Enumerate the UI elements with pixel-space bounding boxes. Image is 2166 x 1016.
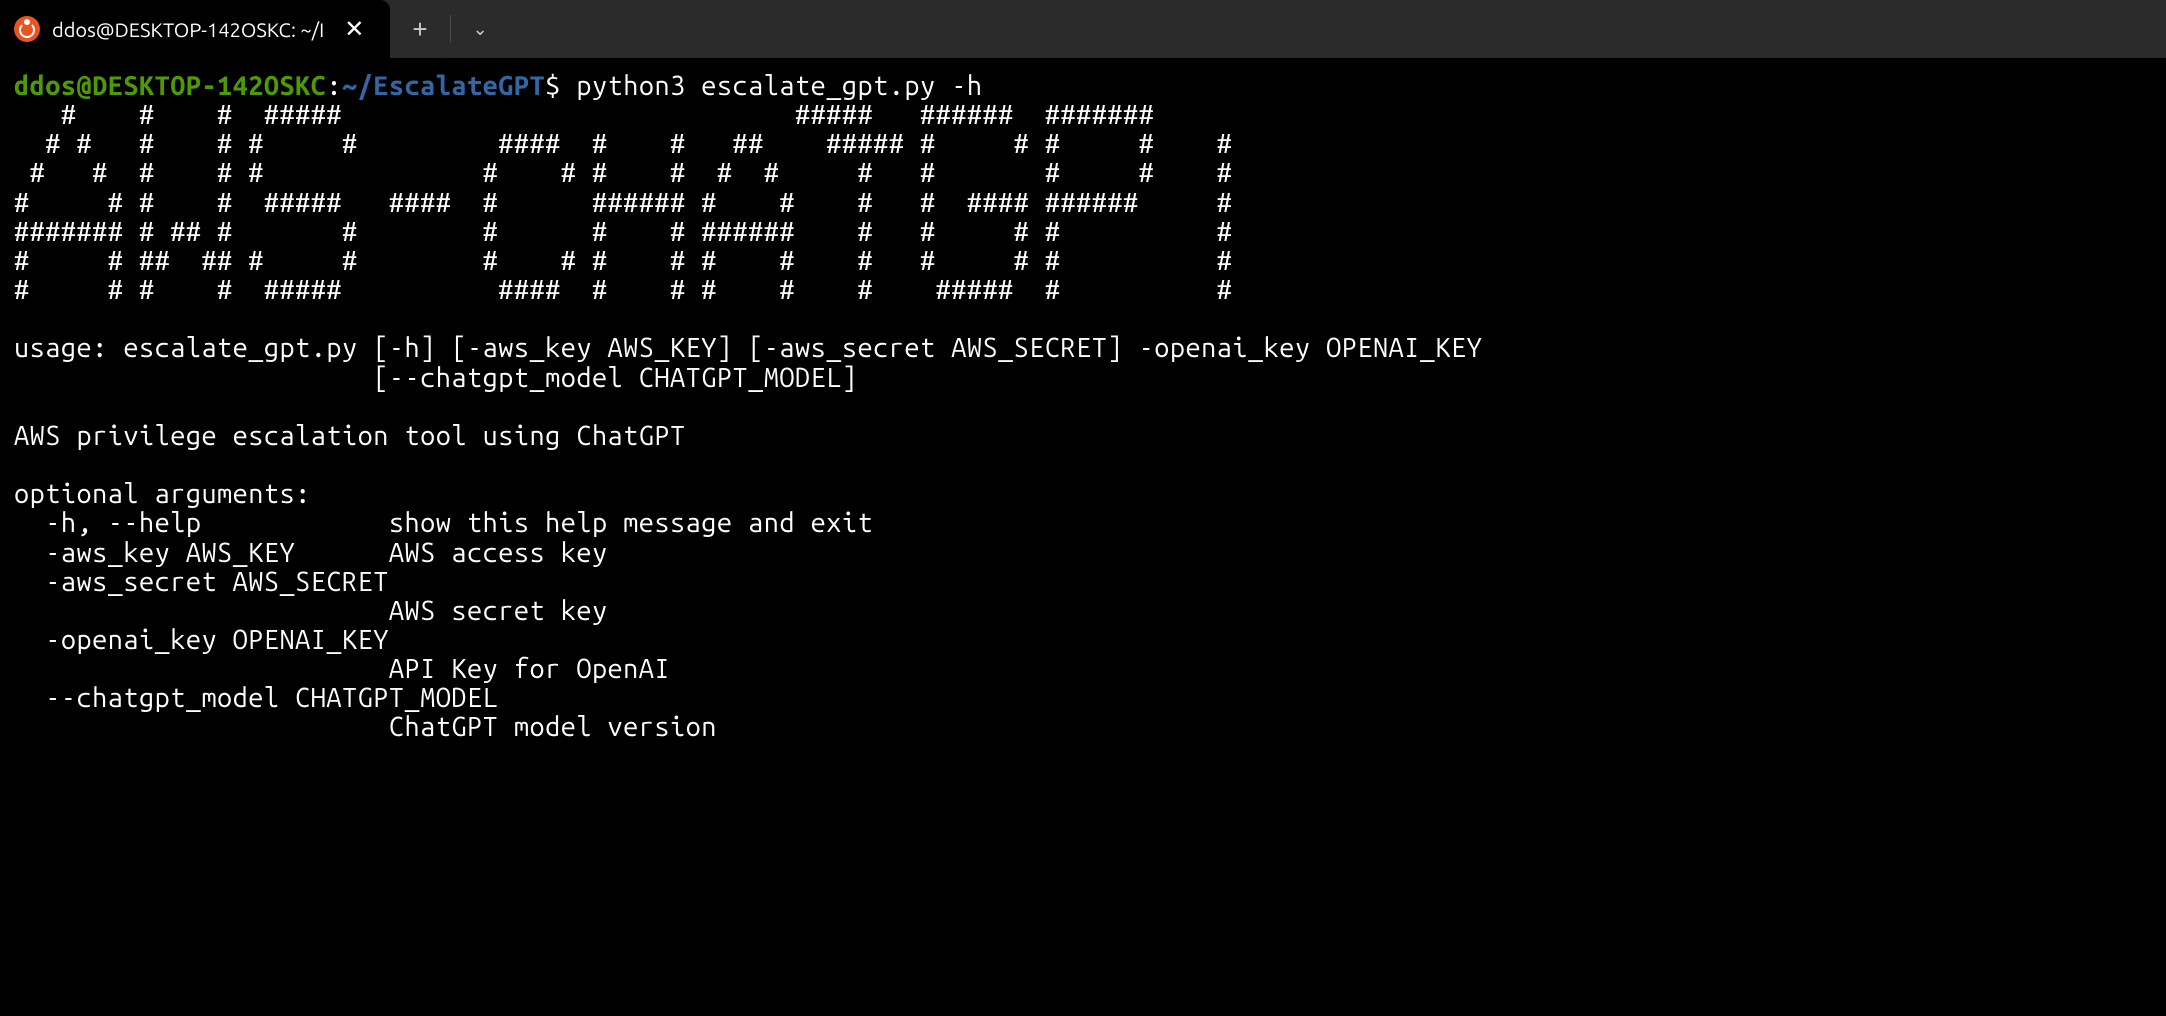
- tab-dropdown-icon[interactable]: ⌄: [459, 9, 502, 50]
- close-tab-icon[interactable]: ✕: [336, 11, 372, 48]
- arg-openai-2: API Key for OpenAI: [14, 654, 670, 684]
- divider: [450, 15, 451, 43]
- new-tab-button[interactable]: +: [398, 4, 441, 55]
- arg-chatgpt-1: --chatgpt_model CHATGPT_MODEL: [14, 683, 498, 713]
- arg-aws-key: -aws_key AWS_KEY AWS access key: [14, 538, 608, 568]
- arg-openai-1: -openai_key OPENAI_KEY: [14, 625, 389, 655]
- optional-args-header: optional arguments:: [14, 479, 311, 509]
- titlebar-controls: + ⌄: [398, 0, 501, 58]
- arg-aws-secret-2: AWS secret key: [14, 596, 608, 626]
- usage-line-2: [--chatgpt_model CHATGPT_MODEL]: [14, 363, 857, 393]
- ascii-art: # # # ##### ##### ###### ####### # # # #…: [14, 100, 1232, 305]
- prompt-user-host: ddos@DESKTOP-142OSKC: [14, 71, 326, 101]
- titlebar: ddos@DESKTOP-142OSKC: ~/I ✕ + ⌄: [0, 0, 2166, 58]
- prompt-colon: :: [326, 71, 342, 101]
- description: AWS privilege escalation tool using Chat…: [14, 421, 686, 451]
- prompt-path: ~/EscalateGPT: [342, 71, 545, 101]
- arg-help: -h, --help show this help message and ex…: [14, 508, 873, 538]
- usage-line-1: usage: escalate_gpt.py [-h] [-aws_key AW…: [14, 333, 1482, 363]
- command-text: python3 escalate_gpt.py -h: [576, 71, 982, 101]
- prompt-dollar: $: [545, 71, 561, 101]
- ubuntu-icon: [14, 16, 40, 42]
- tab-title: ddos@DESKTOP-142OSKC: ~/I: [52, 18, 324, 41]
- arg-aws-secret-1: -aws_secret AWS_SECRET: [14, 567, 389, 597]
- terminal-content[interactable]: ddos@DESKTOP-142OSKC:~/EscalateGPT$ pyth…: [0, 58, 2166, 757]
- arg-chatgpt-2: ChatGPT model version: [14, 712, 717, 742]
- active-tab[interactable]: ddos@DESKTOP-142OSKC: ~/I ✕: [0, 0, 390, 58]
